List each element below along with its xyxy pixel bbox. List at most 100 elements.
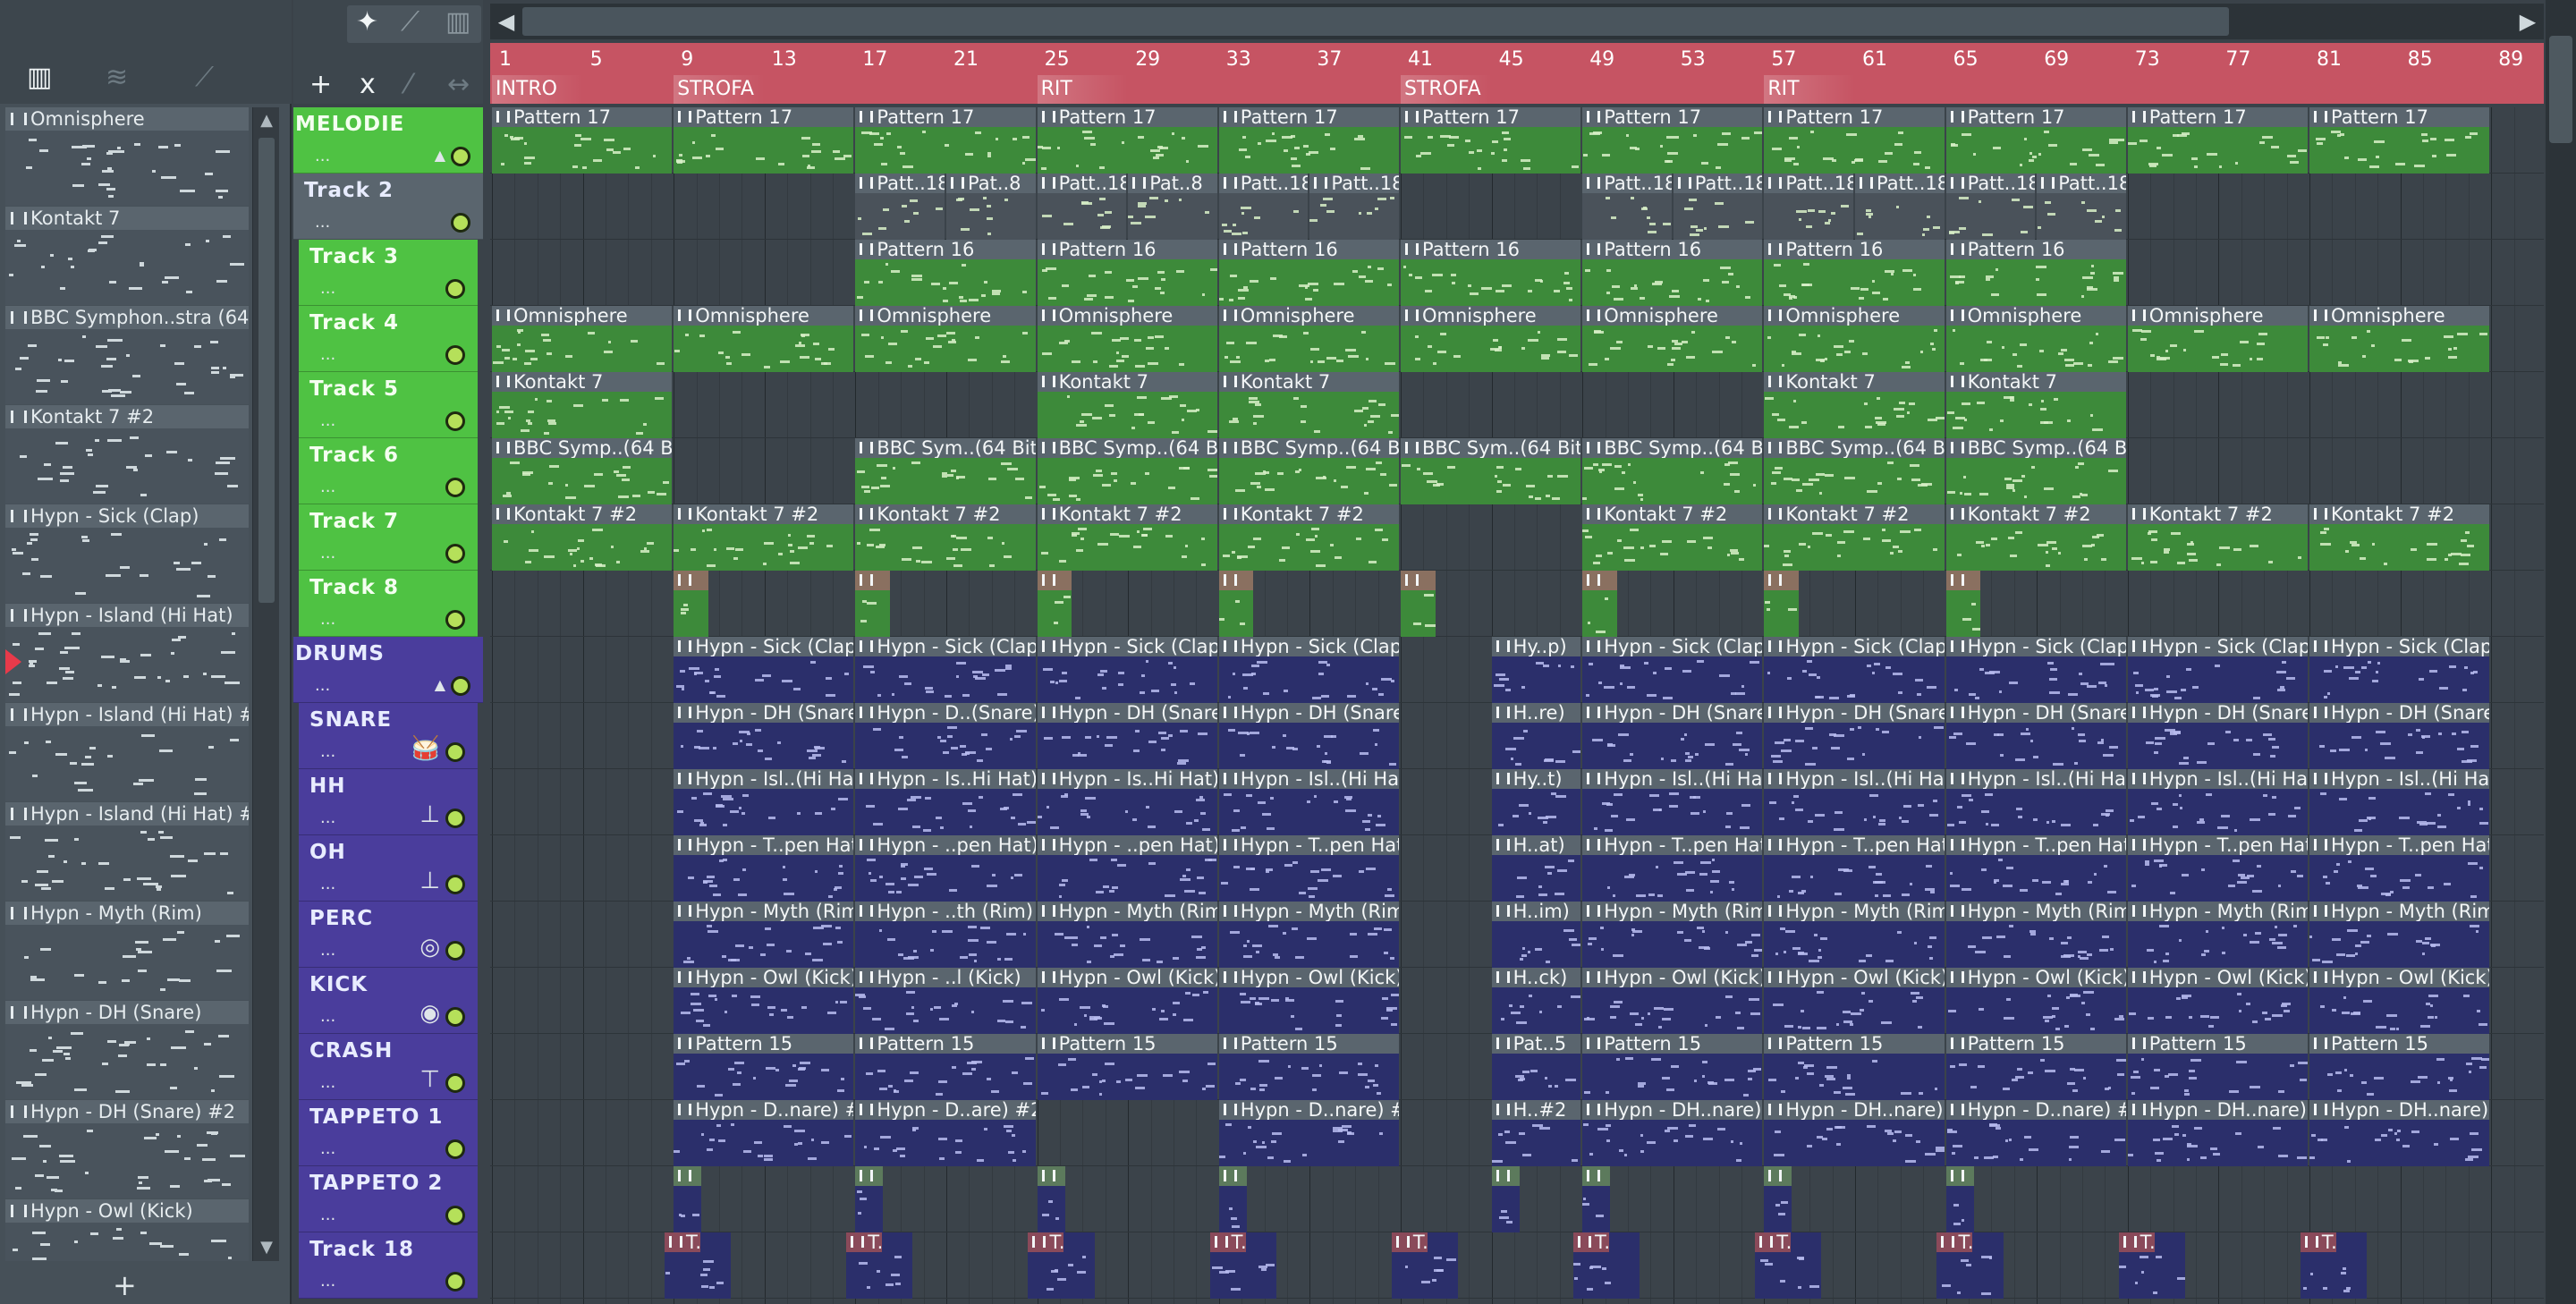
playlist-clip[interactable]: T..50 — [665, 1232, 732, 1299]
track-mute-led-icon[interactable] — [445, 478, 465, 497]
playlist-clip[interactable]: Hypn - Owl (Kick) — [2309, 968, 2490, 1034]
playlist-clip[interactable]: Patt..18 — [1945, 174, 2036, 240]
browser-clip[interactable]: Hypn - Island (Hi Hat) #3 — [5, 703, 249, 801]
playlist-clip[interactable]: Pattern 17 — [1401, 107, 1581, 174]
playlist-clip[interactable]: Omnisphere — [492, 306, 673, 372]
browser-clip[interactable]: BBC Symphon..stra (64 Bit) — [5, 306, 249, 404]
track-header[interactable]: HH... ⊥ — [299, 769, 478, 835]
track-mute-led-icon[interactable] — [445, 1007, 465, 1027]
playlist-clip[interactable]: Patt..18 — [1855, 174, 1945, 240]
playlist-clip[interactable]: Hypn - Sick (Clap) — [674, 637, 854, 703]
playlist-clip[interactable]: Hypn - D..nare) #2 — [1945, 1100, 2126, 1166]
playlist-clip[interactable]: Hypn - Is..Hi Hat) — [855, 769, 1036, 835]
track-header[interactable]: Track 5... — [299, 372, 478, 438]
track-mute-led-icon[interactable] — [445, 610, 465, 630]
playlist-clip[interactable]: Kontakt 7 — [1945, 372, 2126, 438]
playlist-clip[interactable]: Omnisphere — [1218, 306, 1399, 372]
piano-roll-icon[interactable]: ▥ — [27, 64, 52, 91]
playlist-clip[interactable] — [1582, 571, 1617, 637]
playlist-clip[interactable]: Hypn - Myth (Rim) — [1945, 902, 2126, 968]
playlist-clip[interactable]: Hypn - Isl..(Hi Hat) — [2127, 769, 2308, 835]
playlist-clip[interactable]: Hypn - Myth (Rim) — [2309, 902, 2490, 968]
track-menu-icon[interactable]: ... — [320, 1206, 335, 1224]
playlist-clip[interactable]: Omnisphere — [855, 306, 1036, 372]
slice-tool-icon[interactable]: ⁄ — [406, 72, 411, 98]
playlist-clip[interactable]: Hypn - DH..nare) #2 — [1764, 1100, 1945, 1166]
playlist-clip[interactable]: Hypn - ..th (Rim) — [855, 902, 1036, 968]
playlist-lane[interactable]: Pattern 15 Pattern 15 Pattern 15 Pattern 15… — [490, 1034, 2544, 1100]
playlist-clip[interactable]: Pattern 15 — [2127, 1034, 2308, 1100]
track-mute-led-icon[interactable] — [445, 1272, 465, 1291]
audio-wave-icon[interactable]: ≋ — [106, 64, 128, 91]
track-mute-led-icon[interactable] — [445, 1206, 465, 1225]
playlist-clip[interactable]: Pattern 17 — [492, 107, 673, 174]
song-overview-scroller[interactable]: ◀ ▶ — [490, 4, 2544, 39]
playlist-clip[interactable]: Hypn - Sick (Clap) — [2309, 637, 2490, 703]
playlist-clip[interactable]: Kontakt 7 #2 — [2127, 504, 2308, 571]
playlist-clip[interactable]: Patt..18 — [2037, 174, 2126, 240]
playlist-clip[interactable]: Patt..18 — [855, 174, 945, 240]
playlist-clip[interactable]: Pat..5 — [1491, 1034, 1581, 1100]
playlist-clip[interactable]: Omnisphere — [1945, 306, 2126, 372]
track-header[interactable]: OH... ⊥ — [299, 835, 478, 902]
playlist-clip[interactable]: Hypn - DH (Snare) — [1218, 703, 1399, 769]
track-header[interactable]: Track 4... — [299, 306, 478, 372]
track-mute-led-icon[interactable] — [445, 742, 465, 762]
playlist-clip[interactable]: Hypn - Myth (Rim) — [1582, 902, 1763, 968]
browser-clip[interactable]: Hypn - Sick (Clap) — [5, 504, 249, 603]
playlist-clip[interactable]: Pattern 17 — [1945, 107, 2126, 174]
playlist-clip[interactable]: Pattern 15 — [1764, 1034, 1945, 1100]
playlist-clip[interactable]: T..50 — [1936, 1232, 2004, 1299]
time-marker[interactable]: STROFA — [674, 75, 765, 104]
playlist-clip[interactable]: Hypn - Isl..(Hi Hat) — [1764, 769, 1945, 835]
playlist-clip[interactable]: BBC Symp..(64 Bit) — [1582, 438, 1763, 504]
playlist-clip[interactable]: Patt..18 — [1037, 174, 1127, 240]
browser-clip[interactable]: Hypn - DH (Snare) #2 — [5, 1100, 249, 1198]
track-mute-led-icon[interactable] — [445, 1073, 465, 1093]
playlist-clip[interactable]: Hypn - Owl (Kick) — [1037, 968, 1217, 1034]
track-header[interactable]: TAPPETO 1... — [299, 1100, 478, 1166]
track-menu-icon[interactable]: ... — [315, 147, 330, 165]
playlist-clip[interactable]: H..ck) — [1491, 968, 1581, 1034]
playlist-clip[interactable]: Omnisphere — [1764, 306, 1945, 372]
playlist-clip[interactable]: Hypn - DH (Snare) — [1945, 703, 2126, 769]
time-marker[interactable]: INTRO — [492, 75, 583, 104]
browser-clip[interactable]: Hypn - Island (Hi Hat) — [5, 604, 249, 702]
add-track-button[interactable]: + — [309, 72, 332, 98]
browser-clip[interactable]: Hypn - DH (Snare) — [5, 1001, 249, 1099]
playlist-clip[interactable]: BBC Symp..(64 Bit) — [1218, 438, 1399, 504]
playlist-clip[interactable]: H..im) — [1491, 902, 1581, 968]
playlist-lane[interactable]: Pattern 16 Pattern 16 Pattern 16 Pattern 16… — [490, 240, 2544, 306]
track-header[interactable]: KICK... ◉ — [299, 968, 478, 1034]
playlist-clip[interactable]: Hypn - Myth (Rim) — [1037, 902, 1217, 968]
playlist-clip[interactable]: T..50 — [2118, 1232, 2185, 1299]
playlist-lane[interactable]: Kontakt 7 Kontakt 7 Kontakt 7 Kontakt 7 Kont… — [490, 372, 2544, 438]
playlist-clip[interactable]: Kontakt 7 #2 — [492, 504, 673, 571]
playlist-clip[interactable]: H..re) — [1491, 703, 1581, 769]
track-menu-icon[interactable]: ... — [320, 411, 335, 430]
playlist-clip[interactable]: Pattern 16 — [1582, 240, 1763, 306]
track-mute-led-icon[interactable] — [451, 147, 470, 166]
playlist-clip[interactable]: T..50 — [1028, 1232, 1095, 1299]
playlist-clip[interactable] — [1037, 1166, 1065, 1232]
playlist-clip[interactable]: Hypn - Sick (Clap) — [2127, 637, 2308, 703]
playlist-clip[interactable]: Hypn - D..nare) #2 — [674, 1100, 854, 1166]
playlist-clip[interactable]: Pattern 15 — [674, 1034, 854, 1100]
playlist-clip[interactable]: Pattern 16 — [1218, 240, 1399, 306]
playlist-clip[interactable]: Omnisphere — [1037, 306, 1217, 372]
playlist-clip[interactable]: Hypn - Owl (Kick) — [2127, 968, 2308, 1034]
playlist-clip[interactable]: Hypn - T..pen Hat) — [1582, 835, 1763, 902]
playlist-clip[interactable] — [855, 1166, 884, 1232]
playlist-clip[interactable]: Pat..8 — [1128, 174, 1217, 240]
track-header[interactable]: TAPPETO 2... — [299, 1166, 478, 1232]
playlist-clip[interactable] — [1491, 1166, 1520, 1232]
collapse-icon[interactable]: ▲ — [435, 147, 445, 164]
playlist-clip[interactable]: Pattern 16 — [855, 240, 1036, 306]
playlist-clip[interactable]: Kontakt 7 #2 — [1037, 504, 1217, 571]
playlist-lane[interactable]: Kontakt 7 #2 Kontakt 7 #2 Kontakt 7 #2 Kont… — [490, 504, 2544, 571]
playlist-clip[interactable]: Hypn - Sick (Clap) — [1582, 637, 1763, 703]
track-mute-led-icon[interactable] — [451, 213, 470, 233]
track-mute-led-icon[interactable] — [445, 279, 465, 299]
playlist-clip[interactable]: Hypn - Myth (Rim) — [674, 902, 854, 968]
playlist-clip[interactable]: BBC Symp..(64 Bit) — [1764, 438, 1945, 504]
